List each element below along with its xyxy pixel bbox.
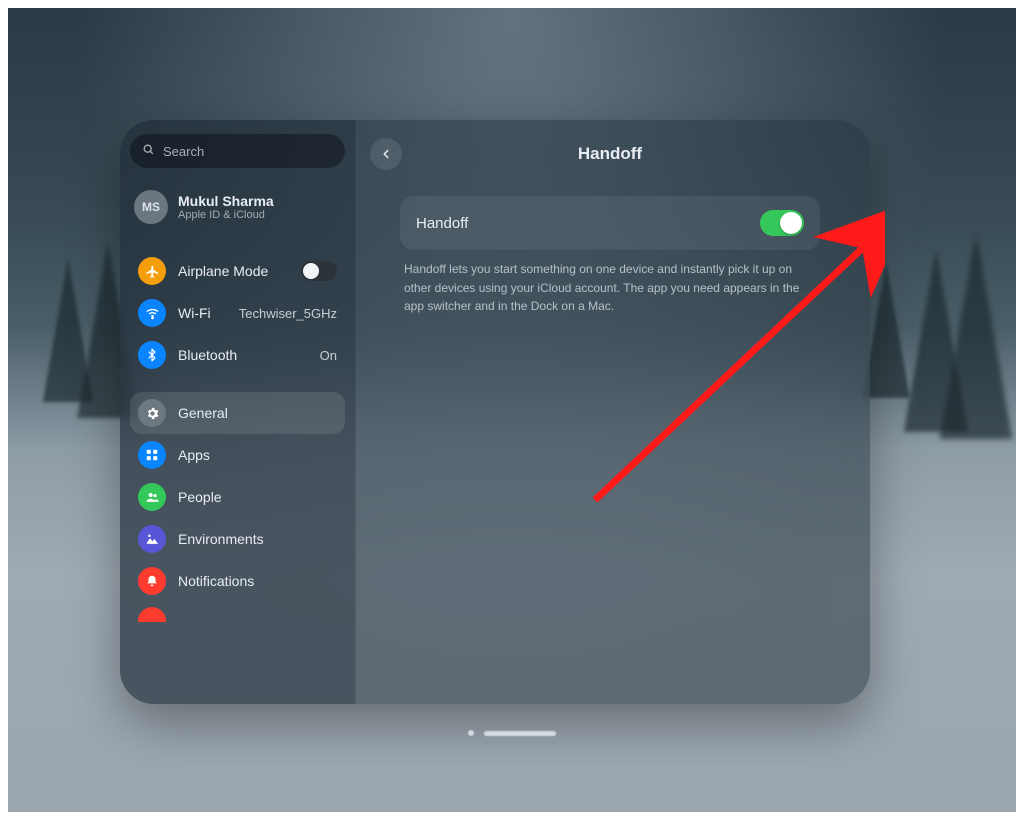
notifications-icon	[138, 567, 166, 595]
sidebar-item-wifi[interactable]: Wi-Fi Techwiser_5GHz	[130, 292, 345, 334]
sidebar-item-airplane[interactable]: Airplane Mode	[130, 250, 345, 292]
sidebar-item-label: Wi-Fi	[178, 305, 211, 321]
page-title: Handoff	[370, 144, 850, 164]
apps-icon	[138, 441, 166, 469]
sidebar-item-notifications[interactable]: Notifications	[130, 560, 345, 602]
search-field[interactable]: Search	[130, 134, 345, 168]
title-bar: Handoff	[370, 134, 850, 174]
account-row[interactable]: MS Mukul Sharma Apple ID & iCloud	[130, 186, 345, 228]
airplane-icon	[138, 257, 166, 285]
sidebar-item-people[interactable]: People	[130, 476, 345, 518]
search-icon	[142, 143, 155, 159]
sidebar-item-label: General	[178, 405, 228, 421]
sidebar-item-label: Airplane Mode	[178, 263, 268, 279]
sidebar-item-label: Environments	[178, 531, 264, 547]
sidebar: Search MS Mukul Sharma Apple ID & iCloud…	[120, 120, 356, 704]
handoff-toggle[interactable]	[760, 210, 804, 236]
handoff-label: Handoff	[416, 215, 468, 232]
grabber-bar-icon	[484, 731, 556, 736]
sidebar-item-cutoff[interactable]	[130, 602, 345, 622]
content-pane: Handoff Handoff Handoff lets you start s…	[356, 120, 870, 704]
sidebar-item-general[interactable]: General	[130, 392, 345, 434]
cutoff-icon	[138, 607, 166, 622]
account-name: Mukul Sharma	[178, 193, 274, 209]
people-icon	[138, 483, 166, 511]
window-grabber[interactable]	[468, 730, 556, 736]
sidebar-item-label: Bluetooth	[178, 347, 237, 363]
handoff-description: Handoff lets you start something on one …	[404, 260, 816, 316]
handoff-row[interactable]: Handoff	[400, 196, 820, 250]
account-subtitle: Apple ID & iCloud	[178, 209, 274, 221]
environments-icon	[138, 525, 166, 553]
sidebar-item-bluetooth[interactable]: Bluetooth On	[130, 334, 345, 376]
sidebar-item-label: Notifications	[178, 573, 254, 589]
grabber-dot-icon	[468, 730, 474, 736]
search-placeholder: Search	[163, 144, 204, 159]
gear-icon	[138, 399, 166, 427]
sidebar-item-apps[interactable]: Apps	[130, 434, 345, 476]
bluetooth-value: On	[320, 348, 337, 363]
wifi-value: Techwiser_5GHz	[239, 306, 337, 321]
wifi-icon	[138, 299, 166, 327]
sidebar-item-label: Apps	[178, 447, 210, 463]
sidebar-item-environments[interactable]: Environments	[130, 518, 345, 560]
settings-window: Search MS Mukul Sharma Apple ID & iCloud…	[120, 120, 870, 704]
sidebar-item-label: People	[178, 489, 222, 505]
airplane-toggle[interactable]	[301, 261, 337, 281]
avatar: MS	[134, 190, 168, 224]
bluetooth-icon	[138, 341, 166, 369]
